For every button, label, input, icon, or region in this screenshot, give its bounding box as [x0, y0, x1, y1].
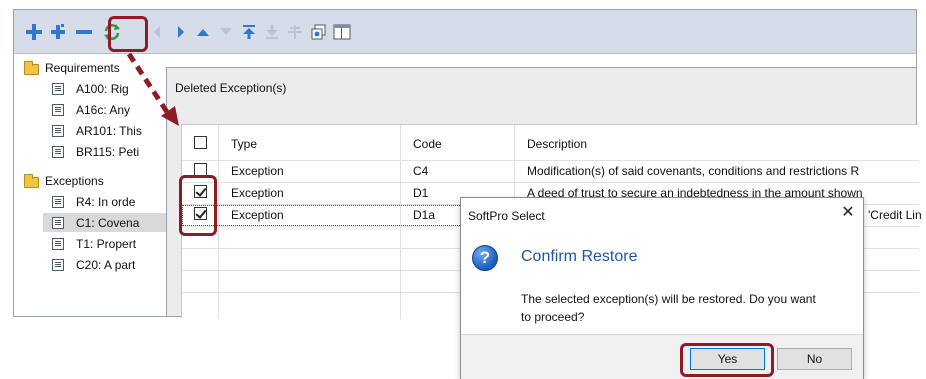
remove-icon[interactable]	[74, 10, 94, 54]
checkbox-highlight	[179, 175, 217, 236]
tree-group-exceptions[interactable]: Exceptions	[24, 173, 174, 192]
tree-item-label: T1: Propert	[76, 237, 137, 251]
window-title: Deleted Exception(s)	[175, 81, 287, 95]
close-icon[interactable]: ✕	[839, 204, 857, 222]
move-to-bottom-icon[interactable]	[263, 10, 281, 54]
add-icon[interactable]	[24, 10, 44, 54]
move-to-top-icon[interactable]	[240, 10, 258, 54]
toolbar	[13, 9, 917, 53]
restore-highlight	[108, 16, 148, 52]
column-header-type[interactable]: Type	[231, 137, 257, 151]
cell-code: D1a	[413, 208, 436, 222]
yes-button-highlight	[680, 343, 774, 377]
document-icon	[52, 146, 64, 158]
tree-item-label: R4: In orde	[76, 195, 136, 209]
tree-item-selected[interactable]: C20: A part	[52, 256, 172, 275]
column-header-code[interactable]: Code	[413, 137, 442, 151]
cell-code: D1	[413, 186, 429, 200]
no-button[interactable]: No	[777, 348, 852, 370]
tree-item-label: A16c: Any	[76, 103, 131, 117]
question-icon: ?	[472, 245, 498, 271]
tree-group-label: Exceptions	[45, 174, 104, 188]
select-all-checkbox[interactable]	[194, 136, 207, 149]
column-header-description[interactable]: Description	[527, 137, 587, 151]
pointer-arrow	[126, 52, 179, 126]
move-left-icon[interactable]	[150, 10, 164, 54]
move-up-icon[interactable]	[194, 10, 212, 54]
document-icon	[52, 83, 64, 95]
tree-item[interactable]: R4: In orde	[52, 193, 172, 212]
tree-item[interactable]: C1: Covena	[52, 214, 172, 233]
folder-icon	[24, 174, 39, 188]
tree-item-label: A100: Rig	[76, 82, 129, 96]
folder-icon	[24, 61, 39, 75]
columns-icon[interactable]	[332, 10, 352, 54]
document-icon	[52, 217, 64, 229]
move-right-icon[interactable]	[174, 10, 188, 54]
cell-code: C4	[413, 164, 429, 178]
cell-description: Modification(s) of said covenants, condi…	[527, 164, 860, 178]
document-icon	[52, 238, 64, 250]
copy-icon[interactable]	[309, 10, 329, 54]
tree-item-label: C20: A part	[76, 258, 136, 272]
dialog-title: SoftPro Select	[468, 209, 545, 223]
document-icon	[52, 196, 64, 208]
add-child-icon[interactable]	[48, 10, 68, 54]
dialog-heading: Confirm Restore	[521, 248, 638, 265]
document-icon	[52, 104, 64, 116]
confirm-restore-dialog: SoftPro Select ✕ ? Confirm Restore The s…	[460, 197, 864, 379]
focused-row-outline	[182, 205, 482, 226]
cell-type: Exception	[231, 208, 284, 222]
dialog-message: The selected exception(s) will be restor…	[521, 292, 816, 324]
tree-item-label: C1: Covena	[76, 216, 140, 230]
move-down-icon[interactable]	[217, 10, 235, 54]
dialog-footer: Yes No	[461, 334, 863, 379]
document-icon	[52, 125, 64, 137]
cell-type: Exception	[231, 186, 284, 200]
tree-item[interactable]: T1: Propert	[52, 235, 172, 254]
indent-icon[interactable]	[286, 10, 304, 54]
cell-type: Exception	[231, 164, 284, 178]
tree-item[interactable]: BR115: Peti	[52, 143, 172, 162]
cell-description: 'Credit Lin	[868, 208, 922, 222]
tree-group-label: Requirements	[45, 61, 120, 75]
document-icon	[52, 259, 64, 271]
tree-item-label: BR115: Peti	[76, 145, 140, 159]
